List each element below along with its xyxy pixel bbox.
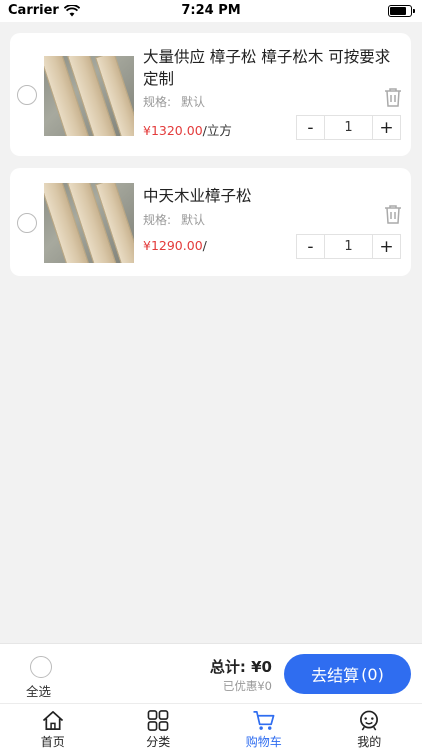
product-spec: 规格: 默认 [143, 93, 205, 110]
grid-icon [147, 710, 169, 731]
increase-button[interactable]: + [373, 235, 400, 258]
price-amount: ¥1320.00 [143, 123, 203, 138]
quantity-stepper: - 1 + [296, 115, 401, 140]
spec-value: 默认 [181, 213, 206, 227]
checkout-bar: 全选 总计: ¥0 已优惠¥0 去结算 (0) [0, 643, 422, 703]
increase-button[interactable]: + [373, 116, 400, 139]
quantity-value[interactable]: 1 [324, 235, 373, 258]
checkout-button[interactable]: 去结算 (0) [284, 654, 411, 694]
tab-profile-label: 我的 [357, 735, 382, 749]
decrease-button[interactable]: - [297, 235, 324, 258]
status-bar: Carrier 7:24 PM [0, 0, 422, 22]
tab-home-label: 首页 [40, 735, 65, 749]
cart-item-card: 大量供应 樟子松 樟子松木 可按要求定制 规格: 默认 ¥1320.00/立方 -… [10, 33, 411, 156]
discount-amount: 已优惠¥0 [222, 679, 272, 693]
product-image[interactable] [44, 56, 134, 136]
spec-value: 默认 [181, 95, 206, 109]
tab-cart[interactable]: 购物车 [211, 704, 317, 750]
item-select-radio[interactable] [17, 85, 37, 105]
select-all-radio[interactable] [30, 656, 52, 678]
product-image[interactable] [44, 183, 134, 263]
product-title[interactable]: 大量供应 樟子松 樟子松木 可按要求定制 [143, 46, 403, 90]
cart-icon [253, 711, 275, 730]
price-amount: ¥1290.00 [143, 238, 203, 253]
status-time: 7:24 PM [181, 3, 241, 18]
home-icon [42, 711, 63, 730]
spec-label: 规格: [143, 213, 172, 227]
product-spec: 规格: 默认 [143, 211, 205, 228]
trash-icon[interactable] [382, 86, 404, 108]
tab-cart-label: 购物车 [245, 735, 282, 749]
tab-category[interactable]: 分类 [106, 704, 212, 750]
tab-profile[interactable]: 我的 [317, 704, 422, 750]
price-unit: / [202, 238, 207, 253]
product-title[interactable]: 中天木业樟子松 [143, 185, 403, 207]
quantity-value[interactable]: 1 [324, 116, 373, 139]
price-unit: /立方 [202, 123, 232, 138]
product-price: ¥1290.00/ [143, 238, 207, 253]
battery-icon [388, 5, 415, 17]
spec-label: 规格: [143, 95, 172, 109]
item-select-radio[interactable] [17, 213, 37, 233]
select-all-label[interactable]: 全选 [26, 681, 51, 700]
cart-item-card: 中天木业樟子松 规格: 默认 ¥1290.00/ - 1 + [10, 168, 411, 276]
trash-icon[interactable] [382, 203, 404, 225]
total-amount: 总计: ¥0 [209, 658, 272, 676]
product-price: ¥1320.00/立方 [143, 120, 232, 139]
tab-bar: 首页 分类 购物车 我的 [0, 703, 422, 750]
quantity-stepper: - 1 + [296, 234, 401, 259]
decrease-button[interactable]: - [297, 116, 324, 139]
checkout-button-label: 去结算 [311, 666, 360, 685]
profile-icon [360, 710, 379, 731]
checkout-button-count: (0) [361, 664, 384, 684]
tab-home[interactable]: 首页 [0, 704, 106, 750]
tab-category-label: 分类 [146, 735, 171, 749]
